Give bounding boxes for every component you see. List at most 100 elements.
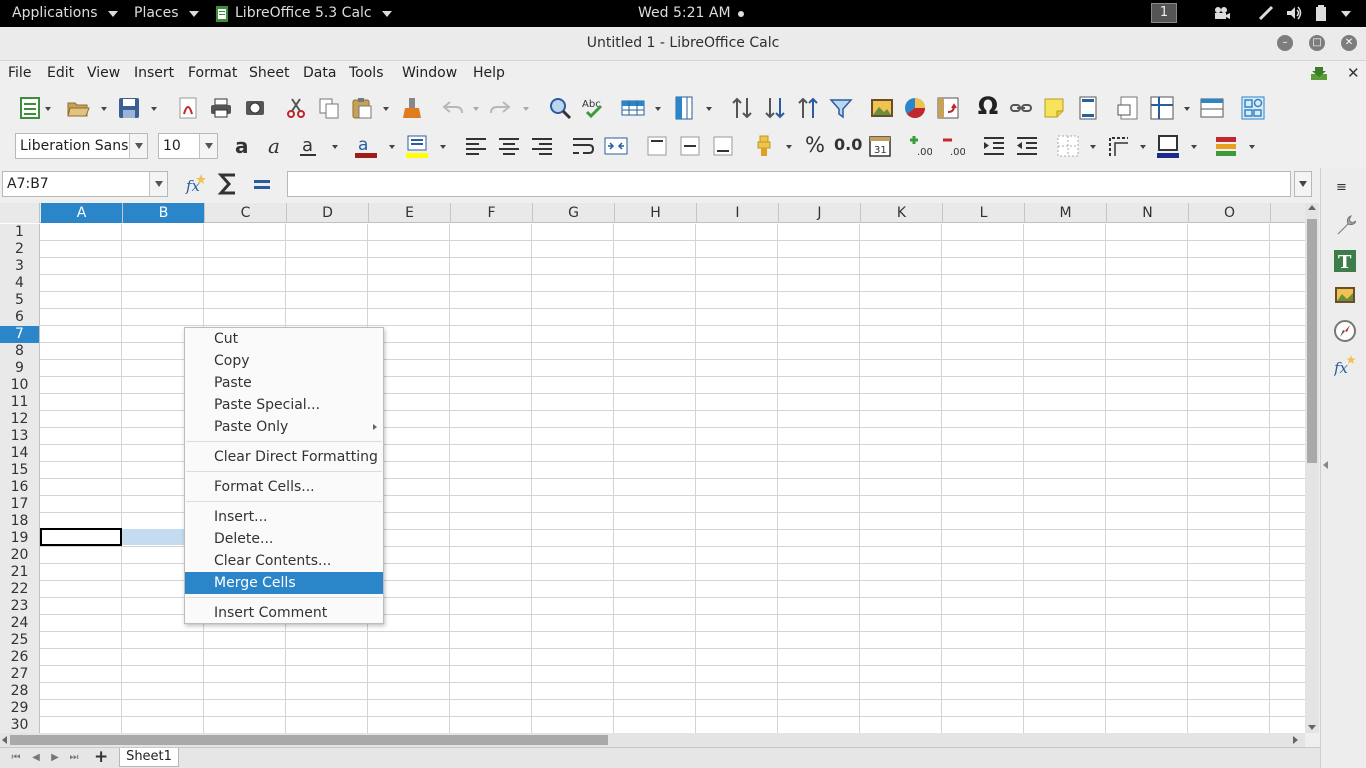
borders-icon[interactable] — [1056, 134, 1080, 158]
row-header-25[interactable]: 25 — [0, 632, 40, 649]
column-header-d[interactable]: D — [287, 203, 369, 223]
row-header-8[interactable]: 8 — [0, 343, 40, 360]
menu-item-paste-special[interactable]: Paste Special... — [185, 394, 383, 416]
split-window-icon[interactable] — [1200, 96, 1224, 120]
chevron-down-icon[interactable] — [101, 107, 107, 111]
workspace-indicator[interactable]: 1 — [1151, 3, 1177, 23]
chevron-down-icon[interactable] — [45, 107, 51, 111]
font-name-combobox[interactable]: Liberation Sans — [15, 133, 148, 159]
insert-chart-icon[interactable] — [903, 96, 927, 120]
show-draw-functions-icon[interactable] — [1241, 96, 1265, 120]
chevron-down-icon[interactable] — [389, 145, 395, 149]
row-header-4[interactable]: 4 — [0, 275, 40, 292]
column-header-e[interactable]: E — [369, 203, 451, 223]
menu-format[interactable]: Format — [188, 65, 237, 81]
align-right-icon[interactable] — [530, 134, 554, 158]
headers-footers-icon[interactable] — [1076, 96, 1100, 120]
pivot-table-icon[interactable] — [936, 96, 960, 120]
number-format-icon[interactable]: 0.0 — [834, 133, 862, 157]
chevron-down-icon[interactable] — [523, 107, 529, 111]
menu-view[interactable]: View — [87, 65, 120, 81]
menu-item-clear-direct-formatting[interactable]: Clear Direct Formatting — [185, 446, 383, 468]
column-header-k[interactable]: K — [861, 203, 943, 223]
row-header-21[interactable]: 21 — [0, 564, 40, 581]
places-menu[interactable]: Places — [134, 0, 199, 27]
row-header-29[interactable]: 29 — [0, 700, 40, 717]
increase-indent-icon[interactable] — [982, 134, 1006, 158]
volume-icon[interactable] — [1285, 5, 1303, 22]
sort-icon[interactable] — [730, 96, 754, 120]
spelling-icon[interactable]: Abc — [581, 96, 605, 120]
chevron-down-icon[interactable] — [786, 145, 792, 149]
sidebar-menu-icon[interactable]: ≡ — [1336, 180, 1347, 195]
chevron-down-icon[interactable] — [1184, 107, 1190, 111]
align-left-icon[interactable] — [464, 134, 488, 158]
column-header-c[interactable]: C — [205, 203, 287, 223]
maximize-button[interactable]: □ — [1309, 35, 1325, 51]
row-header-11[interactable]: 11 — [0, 394, 40, 411]
conditional-formatting-icon[interactable] — [1214, 134, 1238, 158]
row-header-5[interactable]: 5 — [0, 292, 40, 309]
cut-icon[interactable] — [284, 96, 308, 120]
clone-formatting-icon[interactable] — [400, 96, 424, 120]
horizontal-scroll-thumb[interactable] — [10, 735, 608, 745]
wrap-text-icon[interactable] — [571, 134, 595, 158]
date-format-icon[interactable]: 31 — [868, 134, 892, 158]
scroll-up-icon[interactable] — [1308, 205, 1316, 210]
menu-item-insert-comment[interactable]: Insert Comment — [185, 602, 383, 624]
row-header-1[interactable]: 1 — [0, 224, 40, 241]
gallery-icon[interactable] — [1334, 284, 1356, 306]
menu-help[interactable]: Help — [473, 65, 505, 81]
save-icon[interactable] — [117, 96, 141, 120]
properties-wrench-icon[interactable] — [1334, 214, 1356, 236]
menu-item-paste-only[interactable]: Paste Only — [185, 416, 383, 438]
next-sheet-icon[interactable]: ▶ — [49, 752, 61, 764]
column-header-g[interactable]: G — [533, 203, 615, 223]
menu-item-clear-contents[interactable]: Clear Contents... — [185, 550, 383, 572]
align-center-icon[interactable] — [497, 134, 521, 158]
clock[interactable]: Wed 5:21 AM — [638, 0, 744, 27]
horizontal-scrollbar[interactable] — [0, 733, 1305, 747]
formula-input[interactable] — [287, 171, 1291, 197]
menu-tools[interactable]: Tools — [349, 65, 384, 81]
column-header-m[interactable]: M — [1025, 203, 1107, 223]
vertical-scrollbar[interactable] — [1305, 203, 1319, 733]
styles-icon[interactable]: T — [1334, 250, 1356, 272]
decrease-indent-icon[interactable] — [1015, 134, 1039, 158]
autofilter-icon[interactable] — [829, 96, 853, 120]
delete-decimal-place-icon[interactable]: .00 — [941, 134, 965, 158]
open-folder-icon[interactable] — [66, 96, 90, 120]
column-header-b[interactable]: B — [123, 203, 205, 223]
percent-format-icon[interactable]: % — [803, 133, 827, 157]
menu-sheet[interactable]: Sheet — [249, 65, 289, 81]
battery-icon[interactable] — [1313, 5, 1331, 22]
menu-item-merge-cells[interactable]: Merge Cells — [185, 572, 383, 594]
chevron-down-icon[interactable] — [1090, 145, 1096, 149]
pen-icon[interactable] — [1257, 5, 1275, 22]
column-icon[interactable] — [672, 96, 696, 120]
comment-icon[interactable] — [1042, 96, 1066, 120]
sum-icon[interactable] — [216, 172, 240, 196]
underline-icon[interactable]: a — [297, 134, 321, 158]
border-style-icon[interactable] — [1107, 134, 1131, 158]
row-header-19[interactable]: 19 — [0, 530, 40, 547]
font-color-icon[interactable]: a — [354, 134, 378, 158]
menu-window[interactable]: Window — [402, 65, 457, 81]
background-color-icon[interactable] — [405, 134, 429, 158]
last-sheet-icon[interactable]: ⏭ — [68, 752, 80, 764]
row-header-3[interactable]: 3 — [0, 258, 40, 275]
collapse-sidebar-icon[interactable] — [1323, 461, 1328, 469]
column-header-i[interactable]: I — [697, 203, 779, 223]
menu-item-format-cells[interactable]: Format Cells... — [185, 476, 383, 498]
app-menu[interactable]: LibreOffice 5.3 Calc — [215, 0, 392, 27]
chevron-down-icon[interactable] — [332, 145, 338, 149]
menu-insert[interactable]: Insert — [134, 65, 174, 81]
special-character-icon[interactable]: Ω — [976, 94, 1000, 118]
chevron-down-icon[interactable] — [706, 107, 712, 111]
row-header-26[interactable]: 26 — [0, 649, 40, 666]
row-header-20[interactable]: 20 — [0, 547, 40, 564]
menu-item-insert[interactable]: Insert... — [185, 506, 383, 528]
row-header-15[interactable]: 15 — [0, 462, 40, 479]
close-document-icon[interactable]: ✕ — [1347, 64, 1360, 82]
sheet-tab-sheet1[interactable]: Sheet1 — [119, 748, 179, 767]
